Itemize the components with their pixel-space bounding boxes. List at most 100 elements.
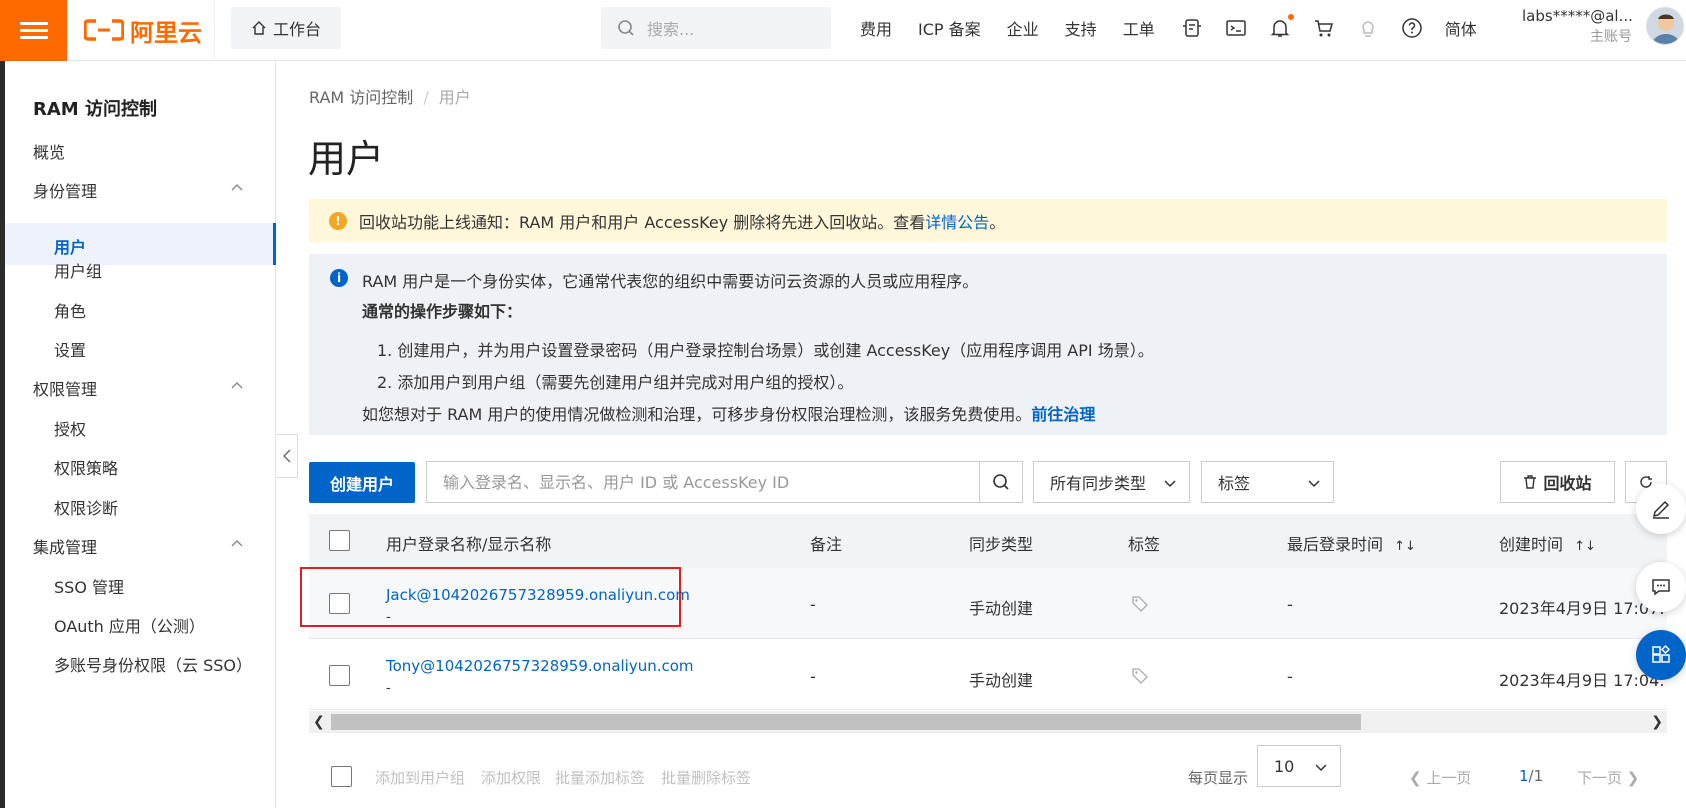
create-user-button[interactable]: 创建用户: [309, 462, 415, 503]
account-info[interactable]: labs*****@al... 主账号: [1522, 6, 1633, 48]
tag-select-value: 标签: [1218, 474, 1251, 493]
global-search[interactable]: 搜索...: [601, 7, 831, 49]
chevron-up-icon[interactable]: [230, 181, 244, 195]
footer-select-all-checkbox[interactable]: [331, 766, 352, 787]
user-sync-type: 手动创建: [969, 599, 1034, 618]
next-page-button[interactable]: 下一页 ❯: [1577, 767, 1639, 788]
horizontal-scrollbar[interactable]: ❮ ❯: [309, 711, 1667, 733]
scroll-right-icon[interactable]: ❯: [1651, 714, 1663, 730]
select-all-checkbox[interactable]: [329, 530, 350, 551]
scrollbar-thumb[interactable]: [331, 714, 1361, 730]
sidebar-item-overview[interactable]: 概览: [33, 139, 65, 163]
col-note: 备注: [810, 535, 843, 554]
highlight-box: [300, 567, 681, 627]
prev-page-label: 上一页: [1426, 769, 1472, 787]
apps-float-button[interactable]: [1636, 630, 1686, 680]
sidebar-item-users-label: 用户: [54, 238, 87, 257]
info-footer: 如您想对于 RAM 用户的使用情况做检测和治理，可移步身份权限治理检测，该服务免…: [362, 401, 1095, 425]
sidebar-item-user-groups[interactable]: 用户组: [54, 258, 102, 282]
sidebar-item-multi-account[interactable]: 多账号身份权限（云 SSO）: [54, 652, 252, 676]
info-step-1: 1. 创建用户，并为用户设置登录密码（用户登录控制台场景）或创建 AccessK…: [377, 341, 1154, 360]
user-search-input[interactable]: [426, 461, 979, 503]
recycle-notice-text: 回收站功能上线通知：RAM 用户和用户 AccessKey 删除将先进入回收站。…: [359, 212, 926, 232]
chat-icon: [1652, 579, 1670, 596]
info-intro: RAM 用户是一个身份实体，它通常代表您的组织中需要访问云资源的人员或应用程序。: [362, 272, 979, 291]
avatar[interactable]: [1646, 7, 1684, 45]
add-to-group-button[interactable]: 添加到用户组: [375, 767, 465, 788]
apps-icon: [1652, 644, 1671, 663]
sidebar-collapse-button[interactable]: [276, 434, 298, 478]
workbench-button[interactable]: 工作台: [231, 7, 341, 49]
search-icon: [993, 474, 1009, 490]
sync-type-value: 所有同步类型: [1050, 474, 1147, 493]
sidebar-item-policies[interactable]: 权限策略: [54, 455, 118, 479]
sidebar-group-identity[interactable]: 身份管理: [33, 178, 97, 202]
info-footer-text: 如您想对于 RAM 用户的使用情况做检测和治理，可移步身份权限治理检测，该服务免…: [362, 405, 1032, 424]
nav-icp[interactable]: ICP 备案: [918, 16, 981, 40]
col-created[interactable]: 创建时间 ↑↓: [1499, 531, 1596, 555]
sidebar-item-roles[interactable]: 角色: [54, 298, 86, 322]
nav-support[interactable]: 支持: [1065, 16, 1097, 40]
user-search-button[interactable]: [979, 461, 1023, 503]
sidebar-item-sso[interactable]: SSO 管理: [54, 574, 124, 598]
recycle-bin-button[interactable]: 回收站: [1500, 461, 1615, 503]
aliyun-logo[interactable]: 阿里云: [84, 14, 202, 47]
prev-page-button[interactable]: ❮ 上一页: [1409, 767, 1471, 788]
account-name: labs*****@al...: [1522, 7, 1633, 25]
user-sync-type: 手动创建: [969, 671, 1034, 690]
sync-type-select[interactable]: 所有同步类型: [1033, 461, 1190, 503]
warning-icon: !: [329, 211, 347, 230]
chevron-left-icon: [282, 449, 290, 463]
sidebar-item-users[interactable]: 用户: [5, 223, 276, 265]
breadcrumb-root[interactable]: RAM 访问控制: [309, 88, 413, 107]
row-checkbox[interactable]: [329, 665, 350, 686]
sidebar-item-oauth[interactable]: OAuth 应用（公测）: [54, 613, 205, 637]
col-sync-type: 同步类型: [969, 535, 1034, 554]
sidebar-item-grants[interactable]: 授权: [54, 416, 86, 440]
chevron-up-icon[interactable]: [230, 537, 244, 551]
sidebar-group-integration[interactable]: 集成管理: [33, 534, 97, 558]
batch-remove-tag-button[interactable]: 批量删除标签: [661, 767, 751, 788]
governance-link[interactable]: 前往治理: [1031, 405, 1095, 424]
nav-fees[interactable]: 费用: [860, 16, 892, 40]
lightbulb-icon[interactable]: [1357, 17, 1379, 39]
tag-icon[interactable]: [1131, 667, 1149, 689]
breadcrumb-current: 用户: [438, 88, 471, 107]
add-permission-button[interactable]: 添加权限: [481, 767, 541, 788]
cart-icon[interactable]: [1313, 17, 1335, 39]
icp-filing-icon[interactable]: [1181, 17, 1203, 39]
chevron-down-icon: [1315, 764, 1327, 772]
notice-detail-link[interactable]: 详情公告: [925, 209, 989, 233]
per-page-select[interactable]: 10: [1257, 745, 1341, 787]
sidebar-item-settings[interactable]: 设置: [54, 337, 86, 361]
help-icon[interactable]: [1401, 17, 1423, 39]
terminal-icon[interactable]: [1225, 17, 1247, 39]
edit-icon: [1652, 500, 1670, 519]
scroll-left-icon[interactable]: ❮: [313, 714, 325, 730]
chevron-up-icon[interactable]: [230, 379, 244, 393]
user-login-link[interactable]: Tony@1042026757328959.onaliyun.com: [386, 657, 694, 675]
sidebar-group-permission[interactable]: 权限管理: [33, 376, 97, 400]
hamburger-menu-button[interactable]: [0, 0, 67, 61]
global-search-placeholder: 搜索...: [647, 20, 695, 39]
trash-icon: [1524, 475, 1537, 489]
feedback-float-button[interactable]: [1636, 562, 1686, 612]
chevron-down-icon: [1164, 480, 1176, 488]
aliyun-logo-icon: [84, 19, 124, 41]
language-switch[interactable]: 简体: [1445, 16, 1477, 40]
bell-icon[interactable]: [1269, 14, 1294, 39]
breadcrumb: RAM 访问控制 / 用户: [309, 84, 471, 108]
sidebar-item-diagnosis[interactable]: 权限诊断: [54, 495, 118, 519]
tag-select[interactable]: 标签: [1201, 461, 1334, 503]
page-indicator: 1/1: [1519, 767, 1543, 785]
nav-ticket[interactable]: 工单: [1123, 16, 1155, 40]
col-last-login[interactable]: 最后登录时间 ↑↓: [1287, 531, 1416, 555]
workbench-label: 工作台: [272, 20, 321, 39]
top-nav: 费用 ICP 备案 企业 支持 工单 简体: [860, 0, 1503, 56]
sidebar-title: RAM 访问控制: [33, 99, 157, 120]
col-login-name: 用户登录名称/显示名称: [386, 535, 552, 554]
nav-enterprise[interactable]: 企业: [1007, 16, 1039, 40]
batch-add-tag-button[interactable]: 批量添加标签: [555, 767, 645, 788]
edit-float-button[interactable]: [1636, 484, 1686, 534]
tag-icon[interactable]: [1131, 595, 1149, 617]
